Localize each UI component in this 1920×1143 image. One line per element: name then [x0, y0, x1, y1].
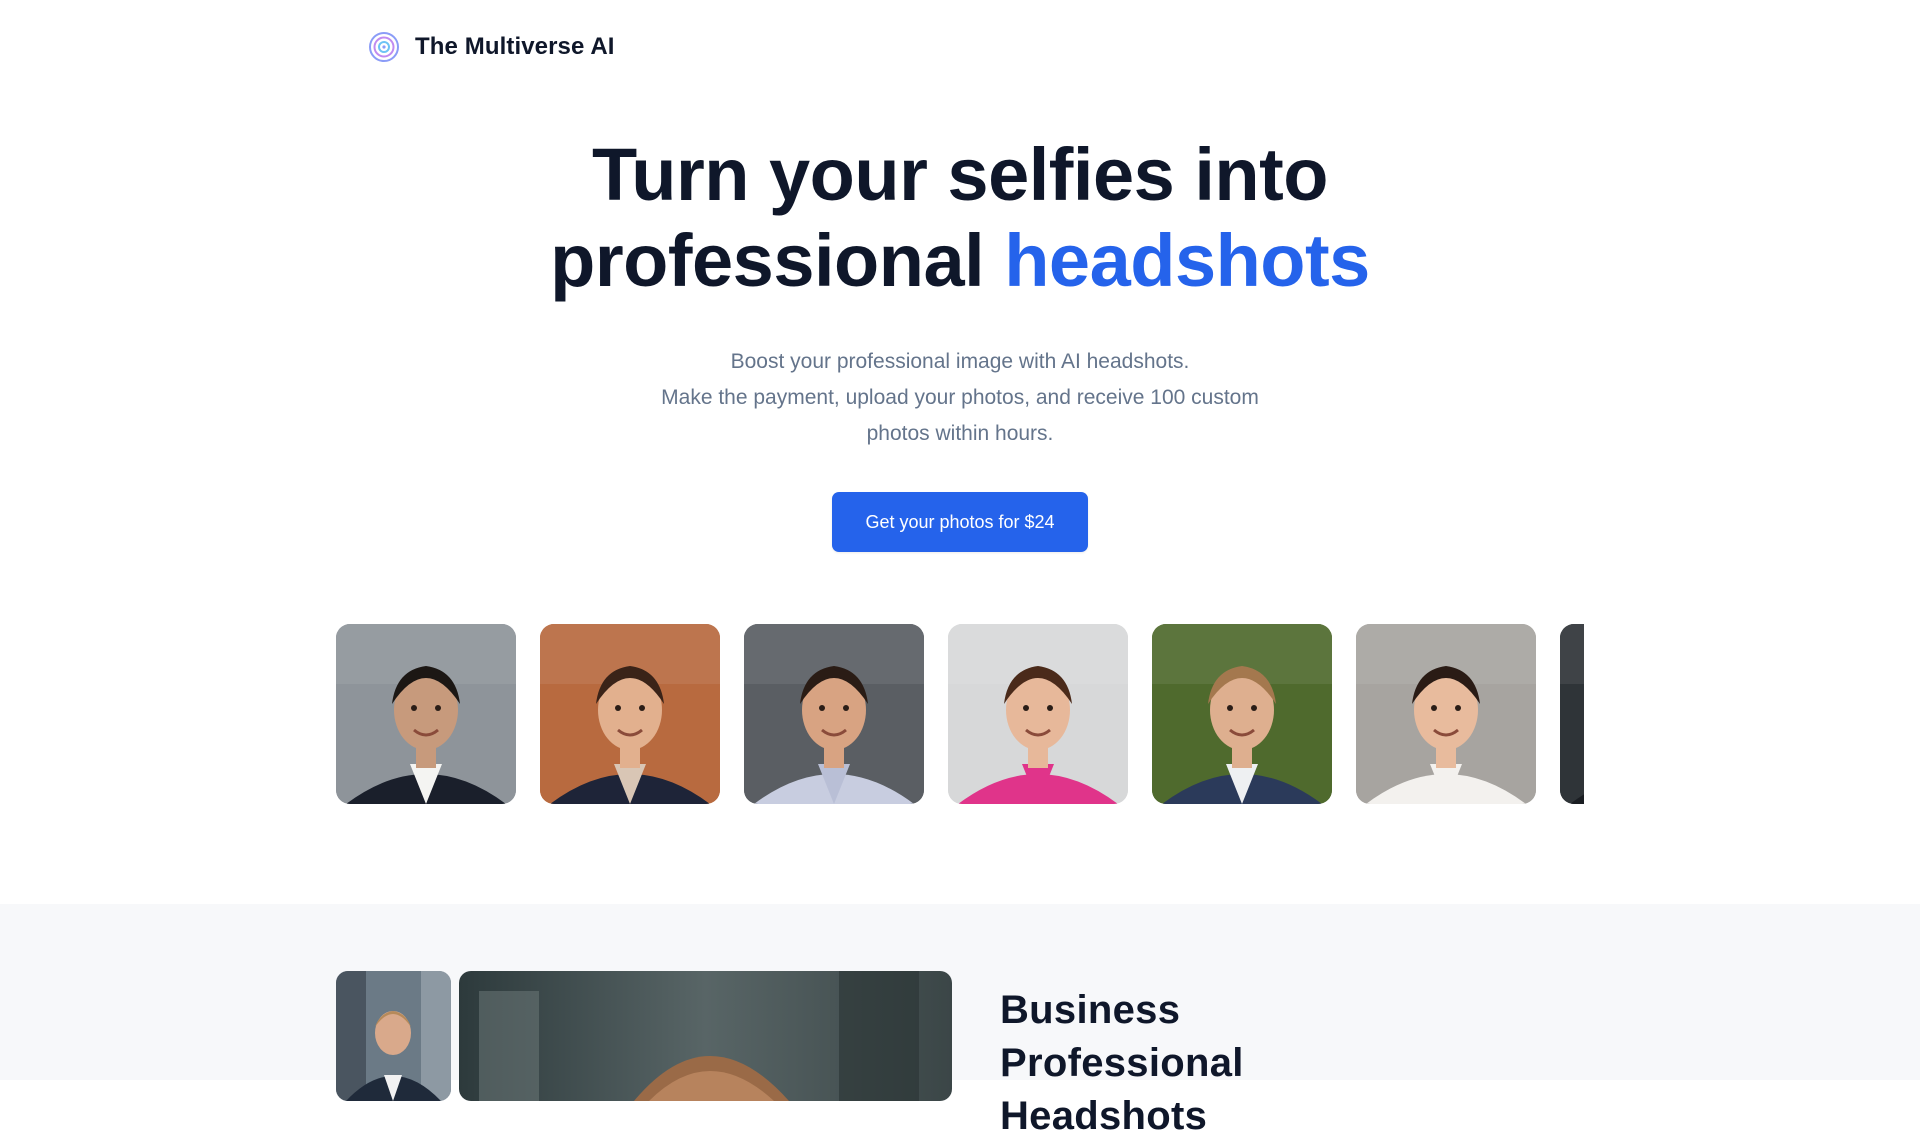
headshot-photo-woman-long-hair	[540, 624, 720, 804]
business-headshot-thumbnail	[336, 971, 451, 1101]
section-title-business-headshots: Business Professional Headshots	[1000, 984, 1420, 1143]
hero-subtitle-line3: photos within hours.	[866, 422, 1054, 445]
hero-subtitle-line1: Boost your professional image with AI he…	[730, 350, 1190, 373]
headshot-photo-woman-bangs	[948, 624, 1128, 804]
headshot-photo-man-blond-suit	[1152, 624, 1332, 804]
headshot-gallery[interactable]	[336, 624, 1584, 805]
hero-title: Turn your selfies into professional head…	[0, 132, 1920, 304]
headshot-photo-woman-white-blouse	[1356, 624, 1536, 804]
hero-title-accent: headshots	[1004, 219, 1370, 302]
brand-logo[interactable]: The Multiverse AI	[367, 30, 615, 64]
section-title-line2: Headshots	[1000, 1094, 1208, 1138]
brand-name: The Multiverse AI	[415, 33, 615, 60]
multiverse-logo-icon	[369, 32, 399, 62]
hero-title-line2: professional headshots	[0, 218, 1920, 304]
headshot-photo-partial	[1560, 624, 1584, 804]
business-section	[0, 904, 1920, 1080]
headshot-photo-man-beard-suit	[336, 624, 516, 804]
section-title-line1: Business Professional	[1000, 988, 1244, 1085]
hero-subtitle-line2: Make the payment, upload your photos, an…	[661, 386, 1259, 409]
hero-title-prefix: professional	[550, 219, 985, 302]
hero-subtitle: Boost your professional image with AI he…	[0, 344, 1920, 452]
headshot-gallery-track	[336, 624, 1584, 804]
headshot-photo-young-man-smiling	[744, 624, 924, 804]
get-photos-button[interactable]: Get your photos for $24	[832, 492, 1088, 552]
hero-title-line1: Turn your selfies into	[592, 133, 1328, 216]
business-headshot-large	[459, 971, 952, 1101]
